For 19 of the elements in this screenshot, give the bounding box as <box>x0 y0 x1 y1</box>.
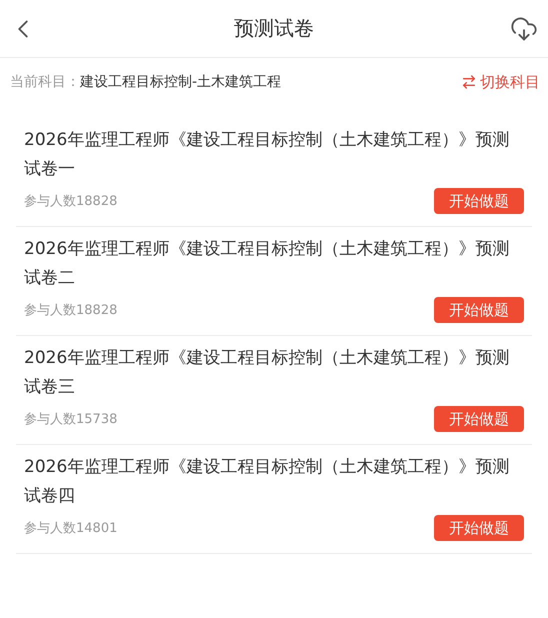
start-button[interactable]: 开始做题 <box>434 297 524 323</box>
start-button[interactable]: 开始做题 <box>434 188 524 214</box>
subject-value: 建设工程目标控制-土木建筑工程 <box>80 73 282 91</box>
download-button[interactable] <box>510 14 538 42</box>
participant-count: 参与人数15738 <box>24 411 118 428</box>
subject-label: 当前科目： <box>10 73 80 91</box>
paper-title[interactable]: 2026年监理工程师《建设工程目标控制（土木建筑工程）》预测试卷一 <box>24 126 516 184</box>
participant-count: 参与人数14801 <box>24 520 118 537</box>
participant-count: 参与人数18828 <box>24 302 118 319</box>
paper-title[interactable]: 2026年监理工程师《建设工程目标控制（土木建筑工程）》预测试卷四 <box>24 453 516 511</box>
paper-title[interactable]: 2026年监理工程师《建设工程目标控制（土木建筑工程）》预测试卷三 <box>24 344 516 402</box>
page-title: 预测试卷 <box>234 15 314 42</box>
cloud-download-icon <box>510 14 538 42</box>
start-button[interactable]: 开始做题 <box>434 515 524 541</box>
paper-title[interactable]: 2026年监理工程师《建设工程目标控制（土木建筑工程）》预测试卷二 <box>24 235 516 293</box>
participant-count: 参与人数18828 <box>24 193 118 210</box>
switch-subject-button[interactable]: 切换科目 <box>461 72 540 92</box>
start-button[interactable]: 开始做题 <box>434 406 524 432</box>
swap-arrows-icon <box>461 74 477 90</box>
